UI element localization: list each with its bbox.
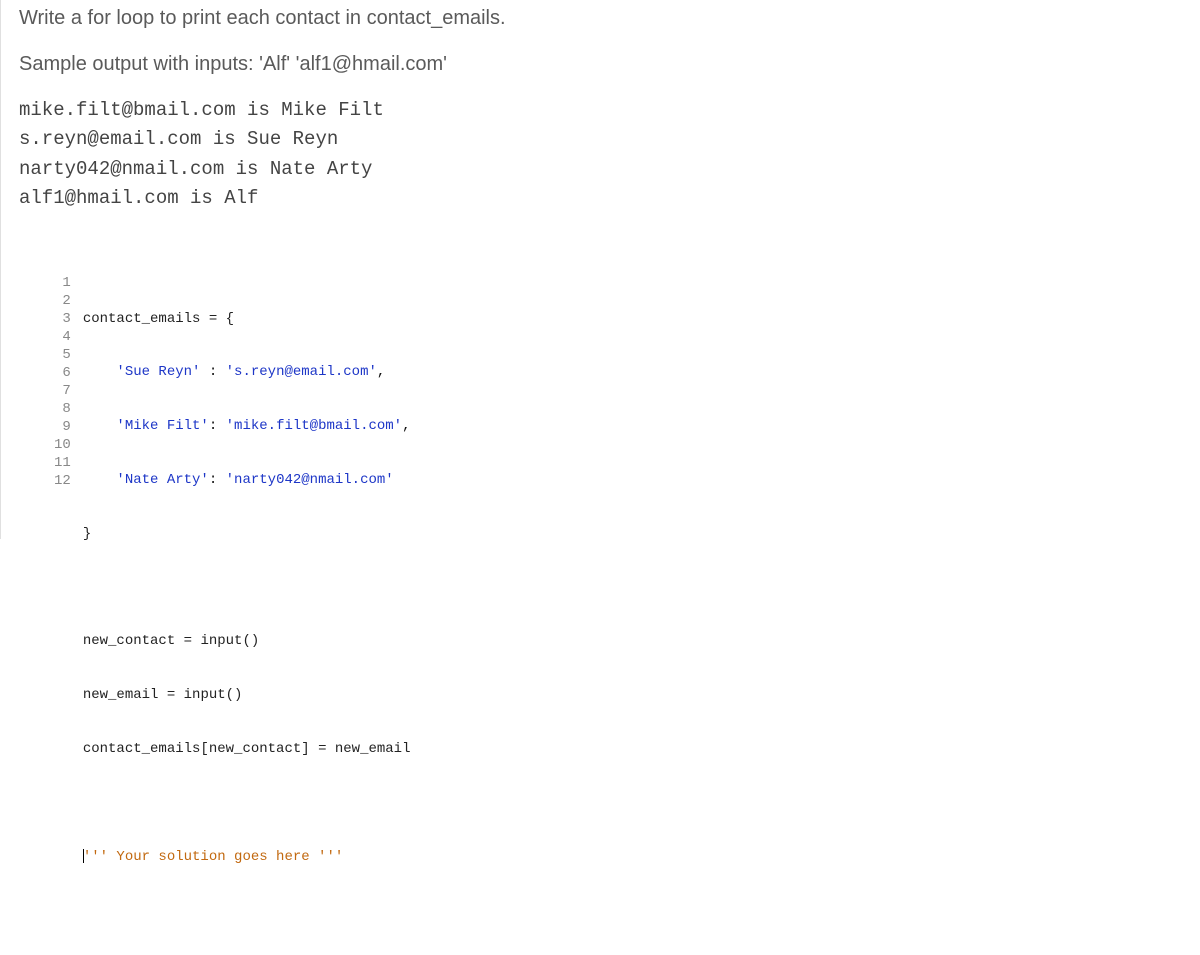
instruction-line-1: Write a for loop to print each contact i… bbox=[19, 4, 1182, 32]
page-root: Write a for loop to print each contact i… bbox=[0, 0, 1200, 539]
instruction-line-2: Sample output with inputs: 'Alf' 'alf1@h… bbox=[19, 50, 1182, 78]
code-line[interactable] bbox=[83, 579, 1182, 597]
code-line[interactable]: 'Sue Reyn' : 's.reyn@email.com', bbox=[83, 363, 1182, 381]
line-number: 5 bbox=[54, 346, 71, 364]
line-number-gutter: 1 2 3 4 5 6 7 8 9 10 11 12 bbox=[54, 274, 83, 955]
code-line[interactable]: ''' Your solution goes here ''' bbox=[83, 848, 1182, 866]
line-number: 6 bbox=[54, 364, 71, 382]
code-line[interactable] bbox=[83, 902, 1182, 920]
code-line[interactable]: 'Nate Arty': 'narty042@nmail.com' bbox=[83, 471, 1182, 489]
line-number: 9 bbox=[54, 418, 71, 436]
line-number: 8 bbox=[54, 400, 71, 418]
line-number: 1 bbox=[54, 274, 71, 292]
problem-instructions: Write a for loop to print each contact i… bbox=[1, 4, 1200, 214]
code-editor[interactable]: 1 2 3 4 5 6 7 8 9 10 11 12 contact_email… bbox=[53, 274, 1182, 955]
code-line[interactable] bbox=[83, 794, 1182, 812]
line-number: 4 bbox=[54, 328, 71, 346]
line-number: 7 bbox=[54, 382, 71, 400]
sample-output-block: mike.filt@bmail.com is Mike Filt s.reyn@… bbox=[19, 96, 1182, 214]
code-editor-container: 1 2 3 4 5 6 7 8 9 10 11 12 contact_email… bbox=[53, 274, 1182, 955]
line-number: 12 bbox=[54, 472, 71, 490]
line-number: 3 bbox=[54, 310, 71, 328]
code-line[interactable]: new_email = input() bbox=[83, 686, 1182, 704]
code-line[interactable]: contact_emails[new_contact] = new_email bbox=[83, 740, 1182, 758]
code-line[interactable]: contact_emails = { bbox=[83, 310, 1182, 328]
line-number: 2 bbox=[54, 292, 71, 310]
code-line[interactable]: } bbox=[83, 525, 1182, 543]
line-number: 10 bbox=[54, 436, 71, 454]
code-line[interactable]: 'Mike Filt': 'mike.filt@bmail.com', bbox=[83, 417, 1182, 435]
line-number: 11 bbox=[54, 454, 71, 472]
code-area[interactable]: contact_emails = { 'Sue Reyn' : 's.reyn@… bbox=[83, 274, 1182, 955]
code-line[interactable]: new_contact = input() bbox=[83, 632, 1182, 650]
